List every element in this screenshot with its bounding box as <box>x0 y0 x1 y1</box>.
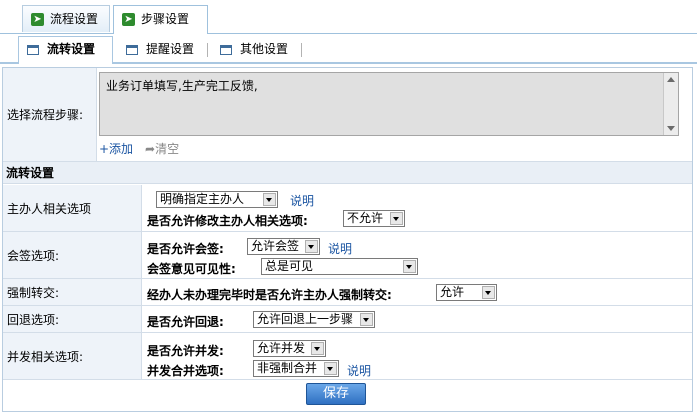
concurrent-allow-select[interactable]: 允许并发 <box>253 340 326 357</box>
tab-transfer-settings-label: 流转设置 <box>47 42 96 56</box>
host-modify-value: 不允许 <box>347 211 384 225</box>
step-select-label: 选择流程步骤: <box>3 68 97 161</box>
host-help-link[interactable]: 说明 <box>290 192 314 209</box>
chevron-down-icon <box>482 286 495 299</box>
concurrent-help-link[interactable]: 说明 <box>347 362 371 379</box>
countersign-allow-value: 允许会签 <box>251 239 300 253</box>
tab-transfer-settings[interactable]: 流转设置 <box>18 36 113 64</box>
top-tab-bar: ➤ 流程设置 ➤ 步骤设置 <box>0 0 697 34</box>
force-transfer-value: 允许 <box>440 285 465 299</box>
countersign-allow-select[interactable]: 允许会签 <box>247 238 320 255</box>
host-type-value: 明确指定主办人 <box>160 192 245 206</box>
add-step-link[interactable]: +添加 <box>99 140 133 157</box>
countersign-label: 会签选项: <box>3 232 142 278</box>
document-icon <box>27 44 39 55</box>
concurrent-values: 是否允许并发: 允许并发 并发合并选项: 非强制合并 说明 <box>143 333 692 379</box>
force-transfer-values: 经办人未办理完毕时是否允许主办人强制转交: 允许 <box>143 279 692 305</box>
chevron-down-icon <box>403 260 416 273</box>
tab-step-settings[interactable]: ➤ 步骤设置 <box>113 5 208 34</box>
step-select-value: 业务订单填写,生产完工反馈, <box>106 79 258 93</box>
tab-divider <box>207 43 208 57</box>
tab-flow-settings-label: 流程设置 <box>50 12 99 26</box>
tab-reminder-settings-label: 提醒设置 <box>146 42 195 56</box>
chevron-down-icon <box>360 313 373 326</box>
tab-flow-settings[interactable]: ➤ 流程设置 <box>22 5 110 32</box>
document-icon <box>126 44 138 55</box>
sub-tab-bar: 流转设置 提醒设置 其他设置 <box>0 34 697 64</box>
footer-bar: 保存 <box>3 381 692 411</box>
step-select-row: 选择流程步骤: 业务订单填写,生产完工反馈, +添加 ➦清空 <box>3 68 692 162</box>
countersign-visible-select[interactable]: 总是可见 <box>261 258 418 275</box>
concurrent-merge-value: 非强制合并 <box>257 361 318 375</box>
green-arrow-icon: ➤ <box>122 13 135 26</box>
countersign-row: 会签选项: 是否允许会签: 允许会签 说明 会签意见可见性: 总是可见 <box>3 232 692 279</box>
host-type-select[interactable]: 明确指定主办人 <box>156 191 278 208</box>
chevron-down-icon <box>324 362 337 375</box>
countersign-values: 是否允许会签: 允许会签 说明 会签意见可见性: 总是可见 <box>143 232 692 278</box>
rollback-allow-label: 是否允许回退: <box>147 315 224 329</box>
host-options-values: 明确指定主办人 说明 是否允许修改主办人相关选项: 不允许 <box>143 185 692 231</box>
tab-step-settings-label: 步骤设置 <box>141 12 190 26</box>
tab-divider <box>301 43 302 57</box>
host-modify-label: 是否允许修改主办人相关选项: <box>147 214 308 228</box>
save-button[interactable]: 保存 <box>306 383 366 405</box>
countersign-visible-label: 会签意见可见性: <box>147 262 236 276</box>
concurrent-merge-select[interactable]: 非强制合并 <box>253 360 339 377</box>
concurrent-allow-label: 是否允许并发: <box>147 344 224 358</box>
force-transfer-select[interactable]: 允许 <box>436 284 497 301</box>
chevron-down-icon <box>263 193 276 206</box>
concurrent-label: 并发相关选项: <box>3 333 142 379</box>
chevron-down-icon <box>305 240 318 253</box>
document-icon <box>220 44 232 55</box>
countersign-visible-value: 总是可见 <box>265 259 314 273</box>
force-transfer-question: 经办人未办理完毕时是否允许主办人强制转交: <box>147 288 392 302</box>
force-transfer-row: 强制转交: 经办人未办理完毕时是否允许主办人强制转交: 允许 <box>3 279 692 306</box>
host-options-row: 主办人相关选项 明确指定主办人 说明 是否允许修改主办人相关选项: 不允许 <box>3 185 692 232</box>
rollback-label: 回退选项: <box>3 306 142 332</box>
rollback-values: 是否允许回退: 允许回退上一步骤 <box>143 306 692 332</box>
countersign-allow-label: 是否允许会签: <box>147 242 224 256</box>
clear-step-link[interactable]: ➦清空 <box>145 140 179 157</box>
force-transfer-label: 强制转交: <box>3 279 142 305</box>
settings-panel: 选择流程步骤: 业务订单填写,生产完工反馈, +添加 ➦清空 流转设置 主办人相… <box>2 67 693 412</box>
rollback-row: 回退选项: 是否允许回退: 允许回退上一步骤 <box>3 306 692 333</box>
tab-other-settings-label: 其他设置 <box>240 42 289 56</box>
green-arrow-icon: ➤ <box>31 13 44 26</box>
concurrent-merge-label: 并发合并选项: <box>147 364 224 378</box>
concurrent-allow-value: 允许并发 <box>257 341 306 355</box>
host-modify-select[interactable]: 不允许 <box>343 210 405 227</box>
clear-step-label: 清空 <box>155 142 180 156</box>
countersign-help-link[interactable]: 说明 <box>328 240 352 257</box>
section-title: 流转设置 <box>3 162 692 184</box>
clear-icon: ➦ <box>145 142 156 156</box>
chevron-down-icon <box>390 212 403 225</box>
rollback-value: 允许回退上一步骤 <box>257 312 354 326</box>
tab-reminder-settings[interactable]: 提醒设置 <box>118 37 202 62</box>
rollback-select[interactable]: 允许回退上一步骤 <box>253 311 375 328</box>
textarea-scrollbar[interactable] <box>663 73 678 135</box>
tab-other-settings[interactable]: 其他设置 <box>212 37 296 62</box>
step-select-textarea[interactable]: 业务订单填写,生产完工反馈, <box>99 72 679 136</box>
host-options-label: 主办人相关选项 <box>3 185 142 231</box>
concurrent-row: 并发相关选项: 是否允许并发: 允许并发 并发合并选项: 非强制合并 说明 <box>3 333 692 380</box>
chevron-down-icon <box>311 342 324 355</box>
